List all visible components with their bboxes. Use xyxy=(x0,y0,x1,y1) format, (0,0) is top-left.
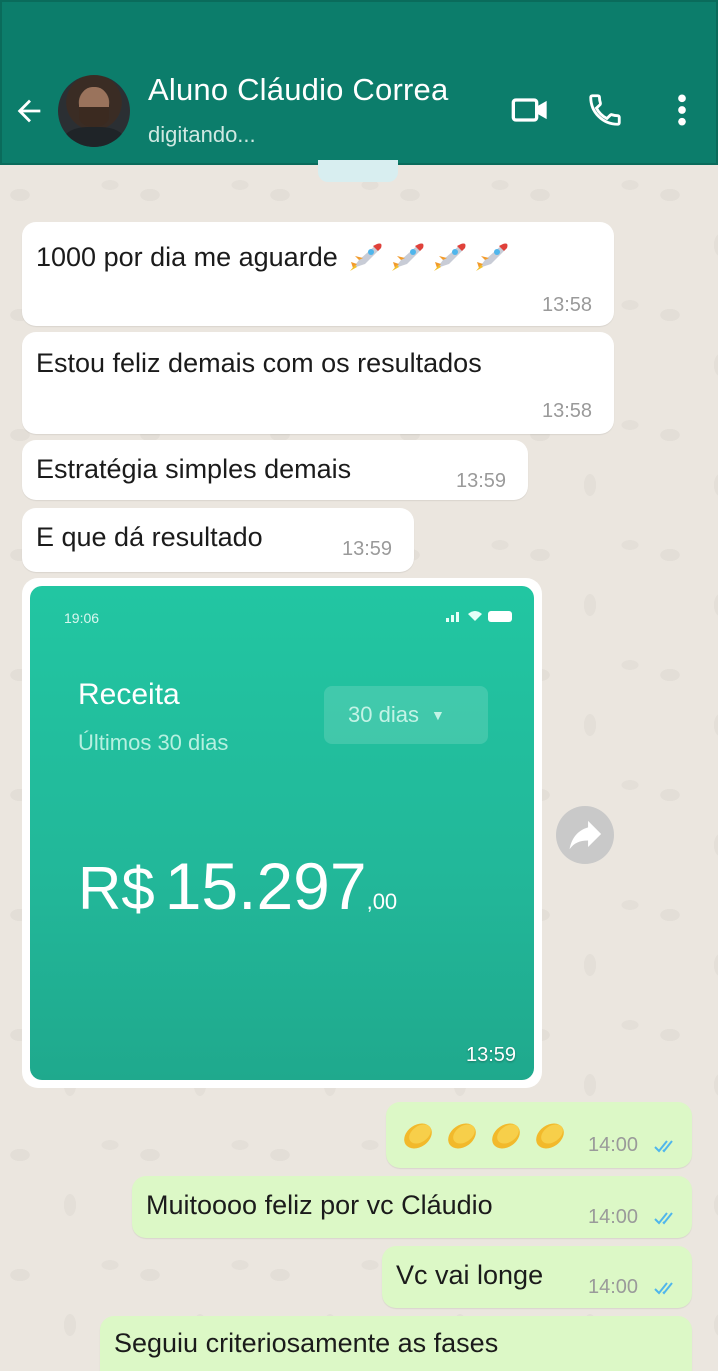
clapping-hands-emoji-icon xyxy=(448,1123,476,1149)
message-time: 13:59 xyxy=(456,470,507,492)
phone-icon[interactable] xyxy=(586,90,624,130)
clapping-hands-emoji-icon xyxy=(492,1123,520,1149)
revenue-amount: R$ 15.297,00 xyxy=(78,848,397,924)
message-text: Muitoooo feliz por vc Cláudio xyxy=(146,1190,493,1220)
message-time: 13:59 xyxy=(466,1044,517,1066)
rocket-emoji-icon xyxy=(350,243,382,271)
forward-icon xyxy=(569,820,602,850)
image-message[interactable]: 19:06 Receita Últimos 30 dias 30 dias ▼ R… xyxy=(22,578,542,1088)
message-bubble-outgoing[interactable]: 14:00 xyxy=(386,1102,692,1168)
video-call-icon[interactable] xyxy=(508,90,552,130)
clapping-hands-emoji-icon xyxy=(536,1123,564,1149)
message-bubble-incoming[interactable]: Estratégia simples demais 13:59 xyxy=(22,440,528,500)
rocket-emoji-icon xyxy=(392,243,424,271)
period-dropdown-label: 30 dias xyxy=(348,702,419,727)
double-check-icon xyxy=(654,1282,673,1295)
revenue-title: Receita xyxy=(78,678,180,711)
revenue-screenshot[interactable]: 19:06 Receita Últimos 30 dias 30 dias ▼ R… xyxy=(30,586,534,1080)
message-text: E que dá resultado xyxy=(36,522,263,552)
message-bubble-outgoing[interactable]: Seguiu criteriosamente as fases xyxy=(100,1316,692,1371)
message-text: 1000 por dia me aguarde xyxy=(36,242,338,272)
chevron-down-icon: ▼ xyxy=(430,707,445,723)
contact-avatar[interactable] xyxy=(58,75,130,147)
message-bubble-incoming[interactable]: E que dá resultado 13:59 xyxy=(22,508,414,572)
forward-button[interactable] xyxy=(556,806,614,864)
rocket-emoji-icon xyxy=(476,243,508,271)
clap-emoji-group xyxy=(398,1114,574,1159)
double-check-icon xyxy=(654,1140,673,1153)
message-text: Estratégia simples demais xyxy=(36,454,352,484)
phone-status-icons xyxy=(446,611,512,622)
amount-value: 15.297 xyxy=(164,849,367,923)
message-time: 13:58 xyxy=(542,400,593,422)
chat-header: Aluno Cláudio Correa digitando... xyxy=(0,0,718,165)
message-bubble-outgoing[interactable]: Muitoooo feliz por vc Cláudio 14:00 xyxy=(132,1176,692,1238)
message-bubble-outgoing[interactable]: Vc vai longe 14:00 xyxy=(382,1246,692,1308)
currency-symbol: R$ xyxy=(78,855,155,922)
message-time: 14:00 xyxy=(588,1206,639,1228)
message-text: Vc vai longe xyxy=(396,1260,544,1290)
date-chip xyxy=(318,160,398,182)
message-text: Seguiu criteriosamente as fases xyxy=(114,1328,499,1358)
message-time: 14:00 xyxy=(588,1276,639,1298)
message-time: 13:59 xyxy=(342,538,393,560)
contact-name[interactable]: Aluno Cláudio Correa xyxy=(148,72,448,108)
rocket-emoji-icon xyxy=(434,243,466,271)
message-text: Estou feliz demais com os resultados xyxy=(36,348,482,378)
clapping-hands-emoji-icon xyxy=(404,1123,432,1149)
rocket-emoji-group xyxy=(345,242,513,272)
message-time: 13:58 xyxy=(542,294,593,316)
period-dropdown: 30 dias ▼ xyxy=(324,686,488,744)
amount-cents: ,00 xyxy=(366,889,398,914)
back-arrow-icon[interactable] xyxy=(12,94,46,128)
double-check-icon xyxy=(654,1212,673,1225)
contact-status: digitando... xyxy=(148,122,256,147)
message-bubble-incoming[interactable]: 1000 por dia me aguarde 13:58 xyxy=(22,222,614,326)
more-vert-icon[interactable] xyxy=(670,90,694,130)
message-time: 14:00 xyxy=(588,1134,639,1156)
phone-status-time: 19:06 xyxy=(64,610,100,626)
message-bubble-incoming[interactable]: Estou feliz demais com os resultados 13:… xyxy=(22,332,614,434)
revenue-subtitle: Últimos 30 dias xyxy=(78,730,229,755)
